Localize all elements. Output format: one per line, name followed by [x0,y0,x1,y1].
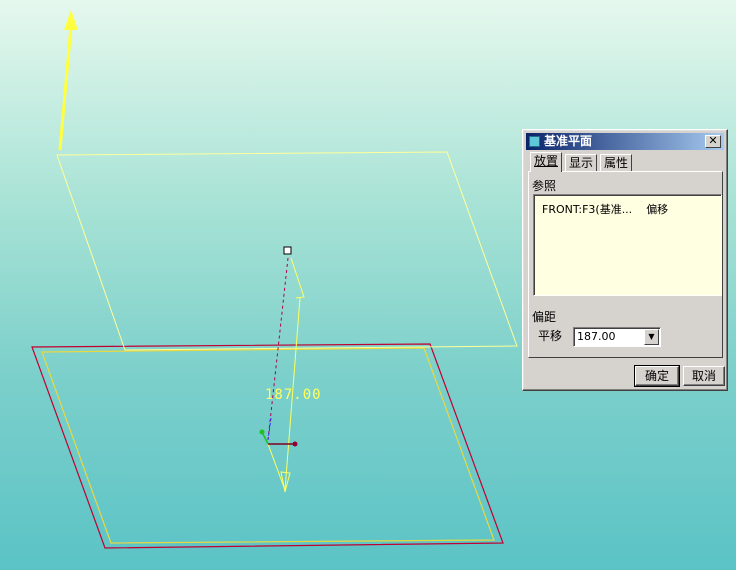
references-list[interactable]: FRONT:F3(基准... 偏移 [533,194,722,296]
dimension-line-lower [267,443,286,491]
offset-drag-handle[interactable] [283,246,292,255]
offset-dimension-label[interactable]: 187.00 [265,387,322,403]
reference-plane-outline[interactable] [31,343,504,549]
csys-x-point [292,441,298,447]
list-item[interactable]: FRONT:F3(基准... 偏移 [542,201,668,217]
tab-placement[interactable]: 放置 [530,152,563,172]
offset-value-combobox[interactable]: 187.00 ▼ [573,327,661,347]
references-label: 参照 [532,179,557,193]
dimension-line-upper [290,257,305,299]
reference-plane-inner-outline [41,347,495,544]
placement-panel: 参照 FRONT:F3(基准... 偏移 偏距 平移 187.00 ▼ [528,171,723,358]
offset-section-label: 偏距 [532,310,557,324]
reference-constraint-type[interactable]: 偏移 [646,203,668,216]
offset-type-label: 平移 [538,329,563,343]
ok-button[interactable]: 确定 [634,365,680,387]
dialog-titlebar[interactable]: 基准平面 ✕ [526,133,724,150]
chevron-down-icon[interactable]: ▼ [644,329,659,345]
normal-arrow-shaft [58,25,73,151]
tab-display[interactable]: 显示 [565,154,598,171]
datum-plane-dialog: 基准平面 ✕ 放置 显示 属性 参照 FRONT:F3(基准... 偏移 偏距 平… [522,129,728,391]
close-icon[interactable]: ✕ [705,135,721,148]
offset-value[interactable]: 187.00 [577,330,616,343]
dialog-title: 基准平面 [544,134,593,148]
normal-arrow-head[interactable] [64,10,78,30]
reference-name: FRONT:F3(基准... [542,203,633,216]
tab-properties[interactable]: 属性 [600,154,633,171]
datum-plane-icon [529,136,540,147]
csys-y-point [259,429,265,435]
cancel-button[interactable]: 取消 [683,366,725,386]
